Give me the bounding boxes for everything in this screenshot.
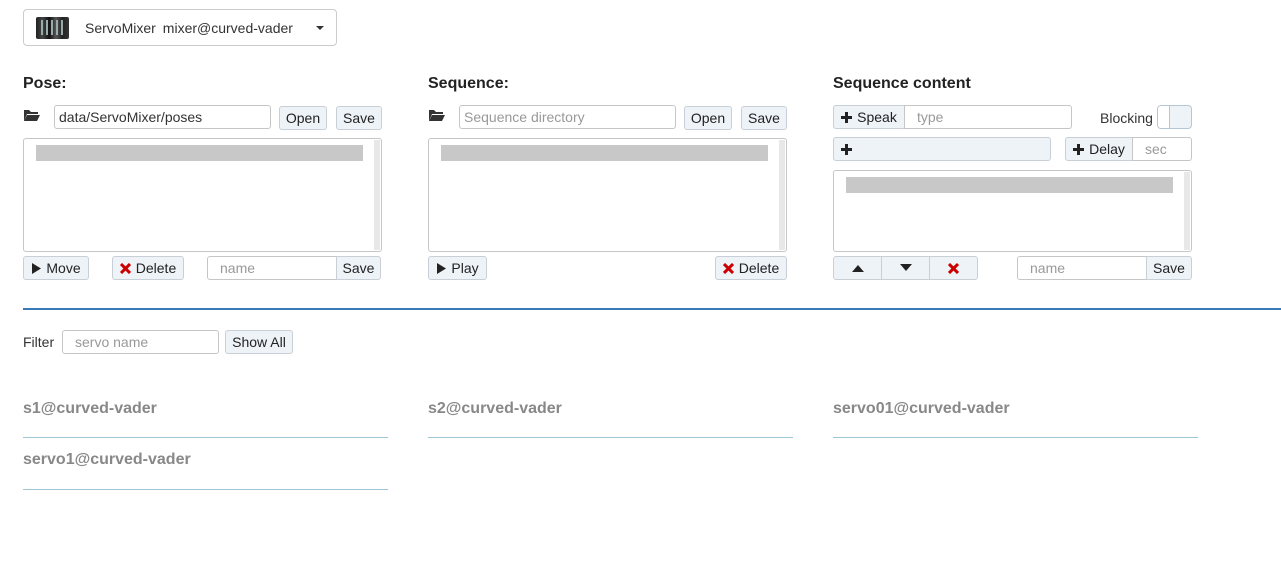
sequence-list[interactable] — [428, 138, 787, 252]
pose-move-button[interactable]: Move — [23, 256, 89, 280]
folder-open-icon[interactable] — [23, 108, 41, 122]
play-icon — [436, 262, 447, 274]
servomixer-thumbnail-icon — [36, 16, 69, 39]
plus-icon — [841, 111, 853, 123]
servo-separator — [428, 437, 793, 438]
sequence-name-save-label: Save — [1153, 260, 1185, 276]
pose-name-save-label: Save — [342, 260, 375, 276]
servo-separator — [833, 437, 1198, 438]
move-up-button[interactable] — [833, 256, 882, 280]
servo-name[interactable]: servo1@curved-vader — [23, 451, 191, 469]
pose-name-input[interactable] — [207, 256, 337, 280]
blocking-toggle[interactable] — [1157, 105, 1192, 129]
service-select[interactable]: ServoMixer mixer@curved-vader — [23, 9, 337, 46]
sequence-delete-label: Delete — [738, 260, 780, 276]
pose-list[interactable] — [23, 138, 382, 252]
plus-icon — [1073, 143, 1085, 155]
filter-label: Filter — [23, 334, 55, 350]
pose-save-button[interactable]: Save — [336, 106, 382, 130]
sequence-list-item[interactable] — [441, 145, 768, 161]
sequence-list-scrollbar[interactable] — [779, 140, 785, 250]
sequence-save-label: Save — [748, 110, 780, 126]
blocking-label: Blocking — [1100, 110, 1153, 126]
sequence-open-label: Open — [690, 110, 726, 126]
sequence-content-item[interactable] — [846, 177, 1173, 193]
servo-name[interactable]: s1@curved-vader — [23, 400, 157, 418]
servo-name[interactable]: servo01@curved-vader — [833, 400, 1010, 418]
sequence-save-button[interactable]: Save — [741, 106, 787, 130]
speak-text-input[interactable] — [904, 105, 1072, 129]
servo-separator — [23, 489, 388, 490]
pose-title: Pose: — [23, 75, 67, 92]
sequence-play-button[interactable]: Play — [428, 256, 487, 280]
delete-x-icon — [722, 262, 734, 274]
sequence-name-save-button[interactable]: Save — [1146, 256, 1192, 280]
pose-move-label: Move — [46, 260, 81, 276]
servo-name[interactable]: s2@curved-vader — [428, 400, 562, 418]
pose-list-item[interactable] — [36, 145, 363, 161]
delete-x-icon — [119, 262, 131, 274]
add-step-button[interactable] — [833, 137, 1051, 161]
pose-save-label: Save — [343, 110, 375, 126]
sequence-directory-input[interactable] — [459, 105, 676, 129]
servo-separator — [23, 437, 388, 438]
service-name: ServoMixer — [85, 19, 156, 36]
section-divider — [23, 308, 1281, 310]
sequence-content-title: Sequence content — [833, 75, 971, 92]
sequence-content-scrollbar[interactable] — [1184, 172, 1190, 250]
pose-delete-label: Delete — [135, 260, 177, 276]
sequence-play-label: Play — [451, 260, 479, 276]
pose-open-label: Open — [285, 110, 321, 126]
pose-delete-button[interactable]: Delete — [112, 256, 184, 280]
speak-label: Speak — [857, 109, 897, 125]
delete-x-icon — [948, 262, 959, 274]
sequence-delete-button[interactable]: Delete — [715, 256, 787, 280]
servo-filter-input[interactable] — [62, 330, 219, 354]
chevron-down-icon — [316, 26, 324, 30]
show-all-label: Show All — [232, 334, 286, 350]
pose-directory-input[interactable] — [54, 105, 271, 129]
sequence-title: Sequence: — [428, 75, 509, 92]
sequence-name-input[interactable] — [1017, 256, 1147, 280]
toggle-knob — [1158, 106, 1170, 128]
delay-button[interactable]: Delay — [1065, 137, 1133, 161]
service-instance: mixer@curved-vader — [162, 19, 293, 36]
move-down-button[interactable] — [881, 256, 930, 280]
sequence-content-list[interactable] — [833, 170, 1192, 252]
folder-open-icon[interactable] — [428, 108, 446, 122]
show-all-button[interactable]: Show All — [225, 330, 293, 354]
caret-down-icon — [899, 264, 912, 271]
remove-step-button[interactable] — [929, 256, 978, 280]
delay-seconds-input[interactable] — [1132, 137, 1192, 161]
caret-up-icon — [851, 265, 864, 272]
pose-name-save-button[interactable]: Save — [336, 256, 381, 280]
speak-button[interactable]: Speak — [833, 105, 905, 129]
pose-list-scrollbar[interactable] — [374, 140, 380, 250]
pose-open-button[interactable]: Open — [279, 106, 327, 130]
delay-label: Delay — [1089, 141, 1125, 157]
plus-icon — [841, 143, 852, 155]
play-icon — [31, 262, 42, 274]
sequence-open-button[interactable]: Open — [684, 106, 732, 130]
